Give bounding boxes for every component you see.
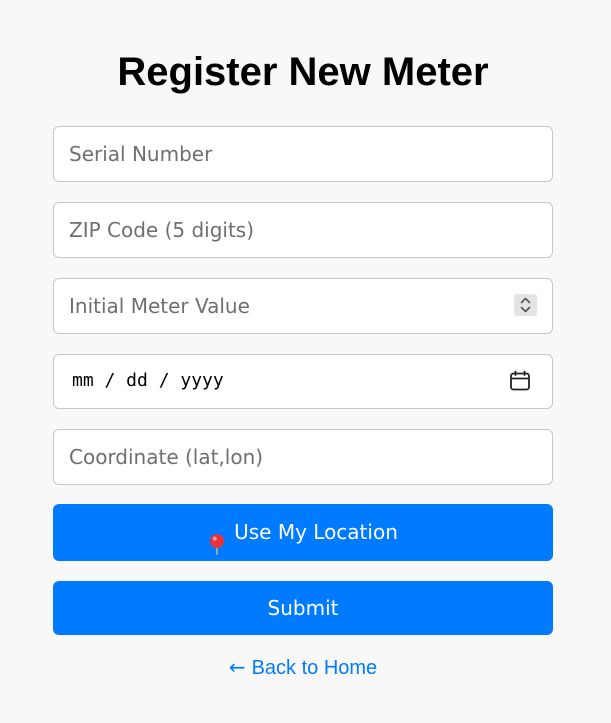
serial-number-input[interactable]: Serial Number [53, 126, 553, 182]
coordinate-placeholder: Coordinate (lat,lon) [69, 445, 264, 469]
initial-meter-value-placeholder: Initial Meter Value [69, 294, 250, 318]
date-format-placeholder: mm / dd / yyyy [72, 370, 224, 391]
use-my-location-button[interactable]: Use My Location [53, 504, 553, 561]
submit-button[interactable]: Submit [53, 581, 553, 635]
left-arrow-icon: ← [228, 655, 246, 679]
zip-code-input[interactable]: ZIP Code (5 digits) [53, 202, 553, 258]
calendar-icon[interactable] [509, 370, 531, 392]
use-my-location-label: Use My Location [234, 520, 398, 544]
zip-code-placeholder: ZIP Code (5 digits) [69, 218, 255, 242]
page-title: Register New Meter [117, 50, 489, 94]
back-to-home-label: Back to Home [251, 657, 378, 679]
spinner-arrows-icon[interactable] [514, 294, 537, 316]
back-to-home-link[interactable]: ← Back to Home [53, 652, 553, 683]
date-input[interactable]: mm / dd / yyyy [53, 354, 553, 409]
coordinate-input[interactable]: Coordinate (lat,lon) [53, 429, 553, 485]
pin-icon [208, 520, 226, 555]
initial-meter-value-input[interactable]: Initial Meter Value [53, 278, 553, 334]
serial-number-placeholder: Serial Number [69, 142, 213, 166]
